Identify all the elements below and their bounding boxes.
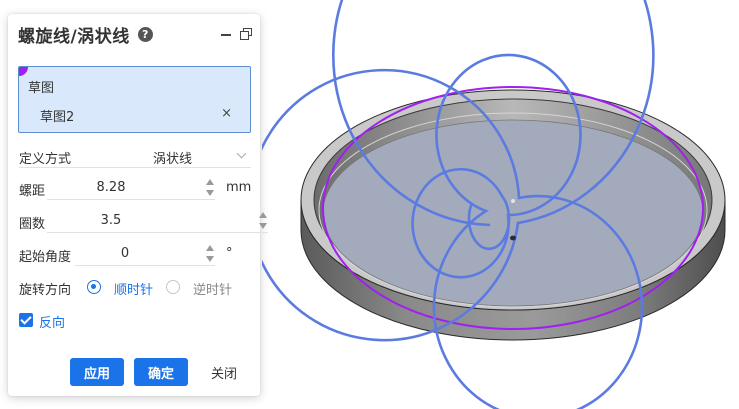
center-point [511, 199, 515, 203]
turns-input[interactable]: 3.5 [47, 209, 268, 233]
dialog-header: 螺旋线/涡状线 ? [18, 22, 252, 47]
clockwise-label[interactable]: 顺时针 [114, 279, 153, 298]
selected-sketch-item[interactable]: 草图2 [40, 106, 74, 125]
direction-row: 旋转方向 顺时针 逆时针 [19, 278, 251, 298]
direction-label: 旋转方向 [19, 283, 72, 298]
remove-icon[interactable]: × [221, 106, 232, 121]
chevron-down-icon [236, 148, 247, 159]
reverse-checkbox[interactable] [19, 313, 33, 327]
turns-row: 圈数 3.5 [19, 209, 268, 233]
pitch-input[interactable]: 8.28 [47, 176, 215, 200]
3d-viewport[interactable] [262, 0, 739, 409]
radio-counterclockwise[interactable] [166, 280, 180, 294]
start-angle-unit: ° [226, 246, 233, 261]
pitch-label: 螺距 [19, 184, 46, 199]
start-angle-input[interactable]: 0 [75, 242, 215, 266]
close-button[interactable]: 关闭 [198, 358, 250, 386]
ok-button[interactable]: 确定 [134, 358, 188, 386]
start-angle-row: 起始角度 0 ° [19, 242, 251, 266]
start-angle-label: 起始角度 [19, 250, 72, 265]
apply-button[interactable]: 应用 [70, 358, 124, 386]
pitch-spinner[interactable] [205, 177, 215, 199]
sketch-selection-box[interactable]: 草图 草图2 × [18, 66, 251, 133]
turns-value: 3.5 [100, 213, 122, 228]
definition-value: 涡状线 [152, 152, 192, 167]
definition-select[interactable]: 涡状线 [19, 144, 251, 168]
reverse-label[interactable]: 反向 [39, 312, 65, 331]
start-angle-spinner[interactable] [205, 243, 215, 265]
spiral-dialog: 螺旋线/涡状线 ? 草图 草图2 × 定义方式 涡状线 螺距 8.28 mm 圈… [8, 14, 268, 396]
minimize-icon[interactable] [220, 28, 232, 40]
pitch-row: 螺距 8.28 mm [19, 176, 251, 200]
sketch-label: 草图 [28, 81, 55, 96]
counterclockwise-label[interactable]: 逆时针 [193, 279, 232, 298]
disc-floor [322, 119, 704, 307]
selection-color-marker [19, 67, 28, 76]
restore-icon[interactable] [240, 28, 252, 40]
turns-label: 圈数 [19, 217, 46, 232]
start-angle-value: 0 [120, 246, 130, 261]
spiral-end-point [510, 235, 516, 241]
radio-clockwise[interactable] [87, 280, 101, 294]
definition-row: 定义方式 涡状线 [19, 144, 251, 168]
help-icon[interactable]: ? [137, 26, 153, 42]
pitch-value: 8.28 [96, 180, 126, 195]
pitch-unit: mm [226, 180, 252, 195]
dialog-title: 螺旋线/涡状线 [18, 26, 130, 47]
